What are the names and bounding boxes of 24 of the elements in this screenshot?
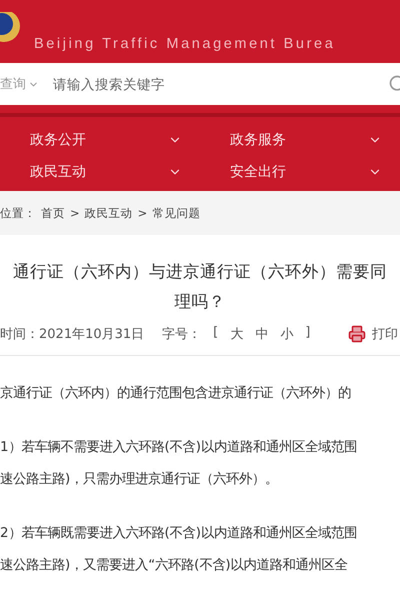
breadcrumb-separator: >: [70, 206, 80, 220]
nav-item[interactable]: 政民互动: [0, 163, 200, 181]
breadcrumb-link[interactable]: 常见问题: [152, 206, 200, 220]
site-subtitle: Beijing Traffic Management Burea: [34, 36, 336, 52]
font-size-label: 字号：: [162, 326, 202, 343]
article-paragraph: 2）若车辆既需要进入六环路(不含)以内道路和通州区全域范围 速公路主路)，又需要进入“六环路(不含)以内道路和通州区全: [0, 524, 358, 575]
breadcrumb-link[interactable]: 政民互动: [84, 206, 133, 220]
breadcrumb-link[interactable]: 首页: [41, 206, 65, 220]
article-paragraph: 1）若车辆不需要进入六环路(不含)以内道路和通州区全域范围 速公路主路)，只需办理进京通行证（六环外）。: [0, 438, 358, 489]
bracket: ]: [305, 325, 310, 342]
font-size-option[interactable]: 中: [255, 325, 268, 343]
font-size-option[interactable]: 小: [280, 325, 294, 343]
nav-item[interactable]: 政务公开: [0, 131, 200, 149]
print-button[interactable]: 打印: [348, 325, 398, 343]
publish-date: 时间：2021年10月31日: [0, 326, 144, 343]
nav-item[interactable]: 政务服务: [200, 131, 400, 149]
nav-item[interactable]: 安全出行: [200, 163, 400, 181]
font-size-option[interactable]: 大: [230, 325, 244, 343]
breadcrumb-label: 位置：: [0, 206, 36, 220]
printer-icon: [348, 325, 366, 343]
breadcrumb-separator: >: [138, 206, 148, 220]
article-title: 通行证（六环内）与进京通行证（六环外）需要同 理吗？: [12, 261, 388, 313]
bracket: [: [213, 325, 218, 342]
article-paragraph: 京通行证（六环内）的通行范围包含进京通行证（六环外）的: [0, 384, 352, 403]
